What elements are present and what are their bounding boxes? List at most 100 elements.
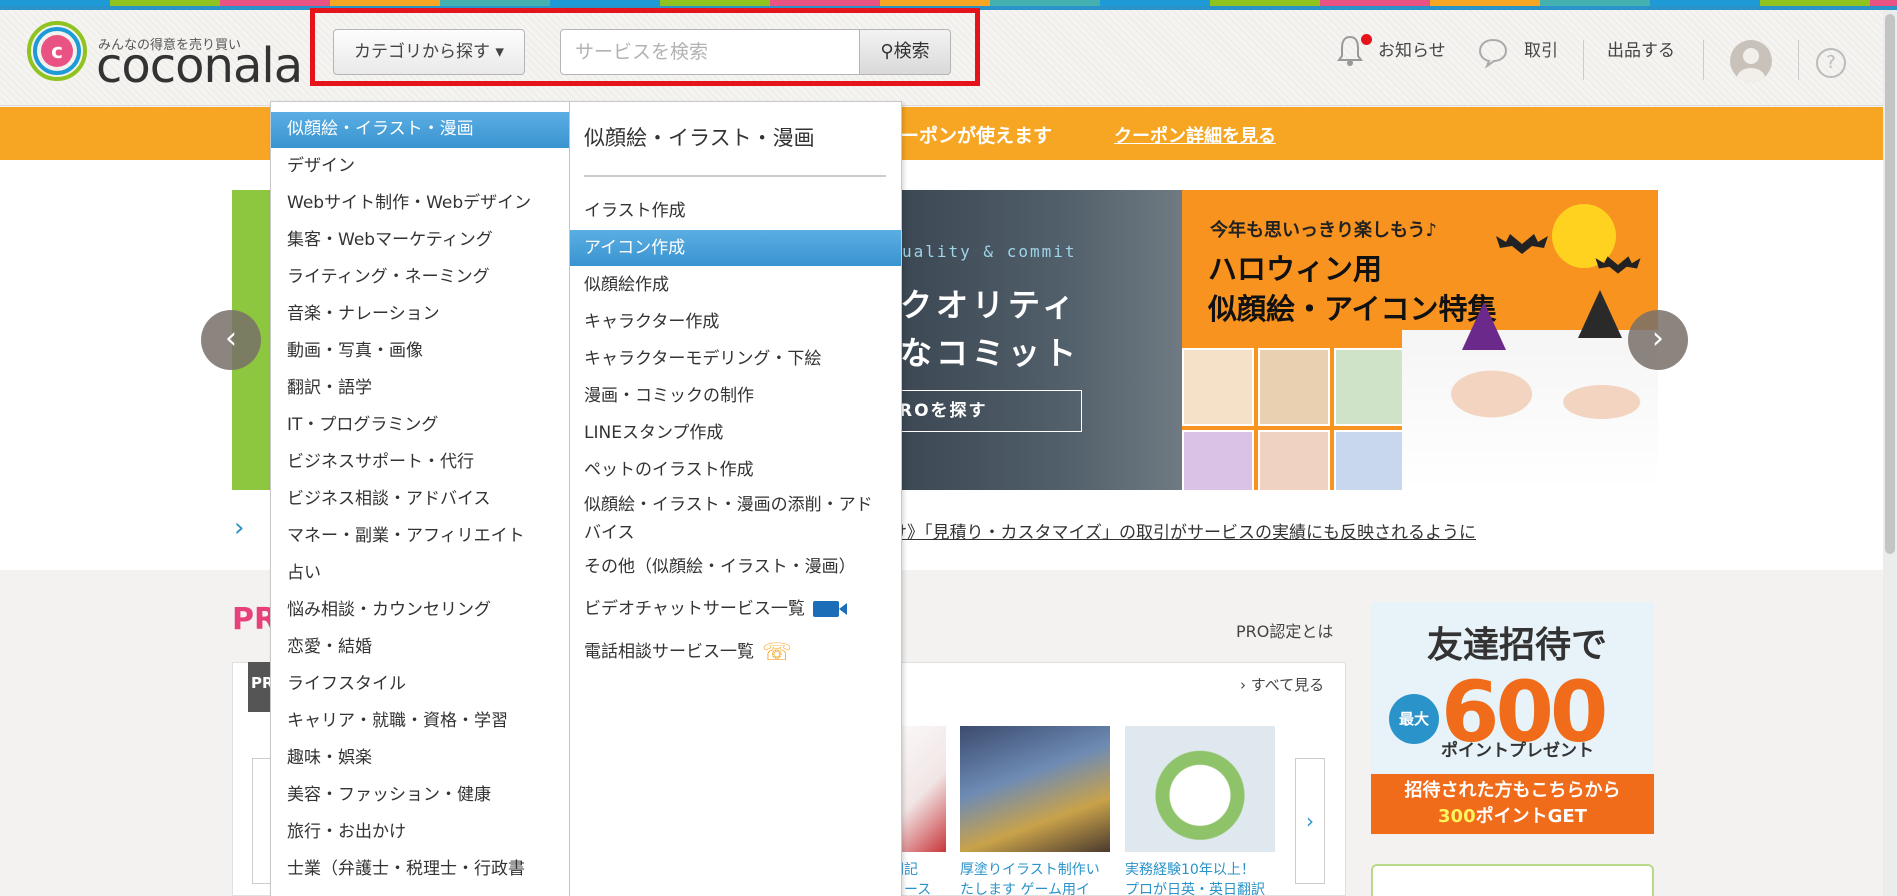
- category-item[interactable]: 翻訳・語学: [271, 371, 569, 407]
- coconala-logo[interactable]: c みんなの得意を売り買い coconala: [26, 14, 303, 94]
- subcategory-item[interactable]: ビデオチャットサービス一覧: [570, 591, 901, 627]
- category-item[interactable]: ビジネスサポート・代行: [271, 445, 569, 481]
- pro-carousel-next[interactable]: ›: [1295, 758, 1325, 884]
- category-item[interactable]: デザイン: [271, 149, 569, 185]
- banner-pro-button[interactable]: ROを探す: [890, 390, 1082, 432]
- category-item[interactable]: 音楽・ナレーション: [271, 297, 569, 333]
- subcategory-item[interactable]: 似顔絵・イラスト・漫画の添削・アドバイス: [570, 489, 888, 547]
- subcategory-item[interactable]: 漫画・コミックの制作: [570, 378, 901, 414]
- service-caption[interactable]: 厚塗りイラスト制作い たします ゲーム用イ: [960, 860, 1100, 896]
- invite-friends-banner[interactable]: 友達招待で 最大 600 ポイントプレゼント 招待された方もこちらから 300ポ…: [1371, 602, 1654, 834]
- chat-bubble-icon[interactable]: [1477, 36, 1509, 68]
- category-item[interactable]: 動画・写真・画像: [271, 334, 569, 370]
- bell-icon[interactable]: [1336, 34, 1364, 68]
- invite-bottom-strip: 招待された方もこちらから 300ポイントGET: [1371, 774, 1654, 834]
- sell-link[interactable]: 出品する: [1607, 36, 1675, 61]
- portrait-tiles: [1182, 348, 1422, 490]
- category-search-button[interactable]: カテゴリから探す ▾: [333, 29, 525, 75]
- user-avatar[interactable]: [1730, 40, 1772, 82]
- service-thumbnail[interactable]: [960, 726, 1110, 852]
- pro-about-link[interactable]: PRO認定とは: [1236, 618, 1333, 642]
- category-item[interactable]: キャリア・就職・資格・学習: [271, 704, 569, 740]
- witch-hat-icon: [1578, 290, 1622, 338]
- service-caption[interactable]: 実務経験10年以上！ プロが日英・英日翻訳: [1125, 860, 1265, 896]
- scrollbar-thumb[interactable]: [1885, 14, 1895, 554]
- help-icon[interactable]: ?: [1816, 48, 1846, 78]
- subcategory-label: 漫画・コミックの制作: [584, 386, 754, 406]
- subcategory-label: ビデオチャットサービス一覧: [584, 599, 805, 619]
- category-item[interactable]: 集客・Webマーケティング: [271, 223, 569, 259]
- banner-halloween[interactable]: 今年も思いっきり楽しもう♪ ハロウィン用 似顔絵・アイコン特集: [1182, 190, 1658, 490]
- category-item[interactable]: 旅行・お出かけ: [271, 815, 569, 851]
- service-caption-line: たします ゲーム用イ: [960, 882, 1091, 896]
- banner-pro-quality[interactable]: uality & commit クオリティ なコミット ROを探す: [890, 190, 1182, 490]
- subcategory-item[interactable]: キャラクターモデリング・下絵: [570, 341, 901, 377]
- category-item[interactable]: 趣味・娯楽: [271, 741, 569, 777]
- phone-icon: ☏: [762, 638, 793, 666]
- invite-max-badge: 最大: [1389, 694, 1439, 744]
- logo-mark-icon: c: [27, 21, 87, 81]
- subcategory-item[interactable]: キャラクター作成: [570, 304, 901, 340]
- category-item[interactable]: 士etc）: [271, 889, 569, 896]
- invite-bottom-line1: 招待された方もこちらから: [1404, 780, 1621, 801]
- invite-points-label: ポイントプレゼント: [1441, 741, 1594, 761]
- portrait-tile: [1334, 348, 1406, 426]
- secondary-banner[interactable]: [1371, 864, 1654, 896]
- category-item[interactable]: 占い: [271, 556, 569, 592]
- category-item[interactable]: Webサイト制作・Webデザイン: [271, 186, 569, 222]
- subcategory-item[interactable]: その他（似顔絵・イラスト・漫画）: [570, 549, 901, 585]
- subcategory-panel-title: 似顔絵・イラスト・漫画: [584, 126, 815, 150]
- nav-divider: [1583, 40, 1584, 80]
- video-camera-icon: [812, 601, 847, 617]
- search-button[interactable]: ⚲検索: [859, 29, 951, 75]
- subcategory-label: その他（似顔絵・イラスト・漫画）: [584, 557, 856, 577]
- category-item[interactable]: ビジネス相談・アドバイス: [271, 482, 569, 518]
- invite-bonus-label: ポイントGET: [1475, 806, 1587, 827]
- subcategory-item[interactable]: ペットのイラスト作成: [570, 452, 901, 488]
- halloween-line3: 似顔絵・アイコン特集: [1208, 292, 1497, 326]
- category-item[interactable]: ライフスタイル: [271, 667, 569, 703]
- portrait-tile: [1182, 430, 1254, 490]
- carousel-prev-button[interactable]: ‹: [201, 310, 261, 370]
- carousel-next-button[interactable]: ›: [1628, 310, 1688, 370]
- category-item[interactable]: 恋愛・結婚: [271, 630, 569, 666]
- search-icon: ⚲: [880, 41, 894, 62]
- category-item[interactable]: 士業（弁護士・税理士・行政書: [271, 852, 569, 888]
- svg-text:c: c: [51, 39, 63, 63]
- news-link[interactable]: け》「見積り・カスタマイズ」の取引がサービスの実績にも反映されるように: [890, 518, 1476, 543]
- transactions-link[interactable]: 取引: [1524, 36, 1558, 61]
- subcategory-item[interactable]: アイコン作成: [570, 230, 901, 266]
- category-item[interactable]: 美容・ファッション・健康: [271, 778, 569, 814]
- coupon-details-link[interactable]: クーポン詳細を見る: [1114, 122, 1276, 148]
- banner-pro-line2: なコミット: [900, 334, 1081, 372]
- subcategory-item[interactable]: 似顔絵作成: [570, 267, 901, 303]
- subcategory-label: キャラクターモデリング・下絵: [584, 349, 822, 369]
- search-input[interactable]: サービスを検索: [560, 29, 860, 75]
- subcategory-item[interactable]: LINEスタンプ作成: [570, 415, 901, 451]
- page-scrollbar[interactable]: [1883, 10, 1897, 896]
- notification-dot: [1361, 34, 1372, 45]
- subcategory-label: アイコン作成: [584, 238, 686, 258]
- nav-divider: [1703, 40, 1704, 80]
- see-all-link[interactable]: › すべて見る: [1240, 674, 1324, 695]
- category-item[interactable]: IT・プログラミング: [271, 408, 569, 444]
- subcategory-label: ペットのイラスト作成: [584, 460, 754, 480]
- subcategory-item[interactable]: 電話相談サービス一覧 ☏: [570, 634, 901, 670]
- invite-bonus-points: 300: [1438, 806, 1476, 827]
- category-item[interactable]: マネー・副業・アフィリエイト: [271, 519, 569, 555]
- halloween-line2: ハロウィン用: [1208, 252, 1383, 286]
- witch-hat-icon: [1462, 302, 1506, 350]
- service-caption-line: 厚塗りイラスト制作い: [960, 862, 1100, 878]
- service-thumbnail[interactable]: [1125, 726, 1275, 852]
- subcategory-item[interactable]: イラスト作成: [570, 193, 901, 229]
- portrait-tile: [1182, 348, 1254, 426]
- category-item[interactable]: 似顔絵・イラスト・漫画: [271, 112, 569, 148]
- subcategory-label: キャラクター作成: [584, 312, 720, 332]
- portrait-tile: [1258, 430, 1330, 490]
- category-item[interactable]: 悩み相談・カウンセリング: [271, 593, 569, 629]
- pro-carousel-prev[interactable]: [252, 758, 272, 884]
- notifications-link[interactable]: お知らせ: [1378, 36, 1446, 61]
- portrait-tile: [1334, 430, 1406, 490]
- category-item[interactable]: ライティング・ネーミング: [271, 260, 569, 296]
- halloween-photo: [1402, 330, 1658, 490]
